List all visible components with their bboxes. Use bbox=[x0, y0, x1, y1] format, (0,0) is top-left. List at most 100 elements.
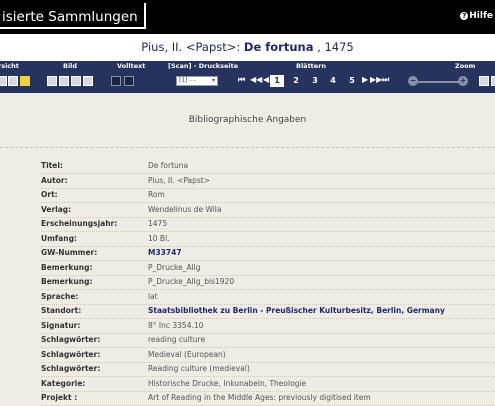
row-divider bbox=[41, 202, 495, 203]
field-value: Historische Drucke, Inkunabeln, Theologi… bbox=[148, 378, 307, 388]
field-label: Signatur: bbox=[41, 320, 81, 330]
field-value: P_Drucke_Allg_bis1920 bbox=[148, 277, 235, 286]
page-1-button[interactable]: 1 bbox=[270, 75, 284, 87]
field-row: Bemerkung: P_Drucke_Allg_bis1920 bbox=[41, 275, 491, 289]
row-divider bbox=[41, 347, 495, 348]
field-row: Ort: Rom bbox=[41, 188, 491, 202]
fit-page-icon[interactable] bbox=[479, 76, 489, 86]
row-divider bbox=[41, 318, 495, 319]
prev-page-button[interactable]: ◀ bbox=[263, 75, 269, 84]
field-label: Umfang: bbox=[41, 233, 77, 243]
help-label: Hilfe bbox=[469, 11, 493, 21]
field-value: lat bbox=[148, 291, 158, 301]
field-value: 10 Bl. bbox=[148, 233, 170, 243]
field-label: Ort: bbox=[41, 190, 58, 199]
field-value: De fortuna bbox=[148, 161, 189, 170]
row-divider bbox=[41, 260, 495, 261]
field-label: Standort: bbox=[41, 306, 82, 315]
field-row: Titel: De fortuna bbox=[41, 159, 491, 173]
gw-number-link[interactable]: M33747 bbox=[148, 246, 182, 260]
field-row: Schlagwörter: Reading culture (medieval) bbox=[41, 362, 491, 376]
document-title: Pius, II. <Papst>: De fortuna , 1475 bbox=[0, 34, 495, 61]
row-divider bbox=[41, 289, 495, 290]
field-row: Schlagwörter: reading culture bbox=[41, 333, 491, 347]
list-view-icon[interactable] bbox=[8, 76, 18, 86]
page-5-button[interactable]: 5 bbox=[345, 75, 359, 87]
fulltext-split-icon[interactable] bbox=[124, 76, 134, 86]
help-icon: ? bbox=[460, 12, 469, 20]
row-divider bbox=[41, 216, 495, 218]
field-row: Schlagwörter: Medieval (European) bbox=[41, 348, 491, 362]
field-value: P_Drucke_Allg bbox=[148, 262, 201, 272]
row-divider bbox=[41, 274, 495, 276]
fullscreen-icon[interactable] bbox=[71, 76, 81, 86]
field-label: Bemerkung: bbox=[41, 277, 93, 286]
row-divider bbox=[41, 245, 495, 247]
group-label-fulltext: Volltext bbox=[117, 62, 146, 70]
title-year: , 1475 bbox=[313, 40, 354, 54]
row-divider bbox=[41, 390, 495, 392]
field-label: Schlagwörter: bbox=[41, 349, 101, 359]
logo-text: isierte Sammlungen bbox=[2, 9, 138, 25]
field-label: Titel: bbox=[41, 161, 63, 170]
title-author: Pius, II. <Papst>: bbox=[141, 40, 244, 54]
field-row: Standort: Staatsbibliothek zu Berlin - Pr… bbox=[41, 304, 491, 318]
group-label-browse: Blättern bbox=[296, 62, 327, 70]
field-value: Medieval (European) bbox=[148, 349, 226, 359]
field-row: GW-Nummer: M33747 bbox=[41, 246, 491, 260]
zoom-in-icon[interactable]: + bbox=[458, 76, 468, 86]
title-work: De fortuna bbox=[243, 40, 314, 54]
field-row: Autor: Pius, II. <Papst> bbox=[41, 174, 491, 188]
next-10-button[interactable]: ▶▶ bbox=[370, 75, 382, 84]
row-divider bbox=[41, 376, 495, 377]
field-label: GW-Nummer: bbox=[41, 248, 98, 257]
next-page-button[interactable]: ▶ bbox=[362, 75, 368, 84]
fit-width-icon[interactable] bbox=[491, 76, 495, 86]
field-label: Sprache: bbox=[41, 291, 79, 301]
row-divider bbox=[41, 332, 495, 334]
zoom-slider[interactable] bbox=[414, 81, 464, 83]
section-title: Bibliographische Angaben bbox=[188, 115, 307, 125]
row-divider bbox=[41, 303, 495, 305]
single-page-icon[interactable] bbox=[47, 76, 57, 86]
field-label: Erscheinungsjahr: bbox=[41, 219, 118, 228]
double-page-icon[interactable] bbox=[59, 76, 69, 86]
field-label: Verlag: bbox=[41, 204, 72, 214]
field-row: Kategorie: Historische Drucke, Inkunabeln… bbox=[41, 377, 491, 391]
group-label-overview: rsicht bbox=[0, 62, 19, 70]
first-page-button[interactable]: ⏮ bbox=[238, 75, 245, 85]
group-label-image: Bild bbox=[63, 62, 78, 70]
field-value: Wendelinus de Wila bbox=[148, 204, 222, 214]
field-label: Bemerkung: bbox=[41, 262, 93, 272]
prev-10-button[interactable]: ◀◀ bbox=[250, 75, 262, 84]
row-divider bbox=[41, 231, 495, 232]
field-row: Umfang: 10 Bl. bbox=[41, 232, 491, 246]
row-divider bbox=[41, 361, 495, 363]
field-row: Bemerkung: P_Drucke_Allg bbox=[41, 261, 491, 275]
field-value: Pius, II. <Papst> bbox=[148, 175, 211, 185]
field-value: Reading culture (medieval) bbox=[148, 364, 250, 373]
field-label: Schlagwörter: bbox=[41, 335, 101, 344]
field-row: Projekt : Art of Reading in the Middle Ag… bbox=[41, 391, 491, 405]
page-2-button[interactable]: 2 bbox=[289, 75, 303, 87]
page-4-button[interactable]: 4 bbox=[326, 75, 340, 87]
field-row: Erscheinungsjahr: 1475 bbox=[41, 217, 491, 231]
scan-page-select[interactable]: [1] - - bbox=[176, 76, 218, 86]
field-value: 1475 bbox=[148, 219, 168, 228]
field-value: reading culture bbox=[148, 335, 206, 344]
field-value: Art of Reading in the Middle Ages: previ… bbox=[148, 393, 371, 402]
thumbnail-view-icon[interactable] bbox=[0, 76, 7, 86]
top-bar: isierte Sammlungen ? Hilfe bbox=[0, 0, 495, 34]
fulltext-icon[interactable] bbox=[111, 76, 121, 86]
location-link[interactable]: Staatsbibliothek zu Berlin - Preußischer… bbox=[148, 304, 445, 318]
section-divider bbox=[0, 147, 495, 148]
page-3-button[interactable]: 3 bbox=[308, 75, 322, 87]
help-link[interactable]: ? Hilfe bbox=[460, 11, 493, 21]
field-value: 8° Inc 3354.10 bbox=[148, 320, 204, 330]
download-icon[interactable] bbox=[83, 76, 93, 86]
info-icon[interactable] bbox=[20, 76, 30, 86]
last-page-button[interactable]: ⏭ bbox=[382, 75, 389, 85]
field-label: Projekt : bbox=[41, 393, 78, 402]
site-logo[interactable]: isierte Sammlungen bbox=[0, 3, 146, 29]
field-value: Rom bbox=[148, 190, 165, 199]
